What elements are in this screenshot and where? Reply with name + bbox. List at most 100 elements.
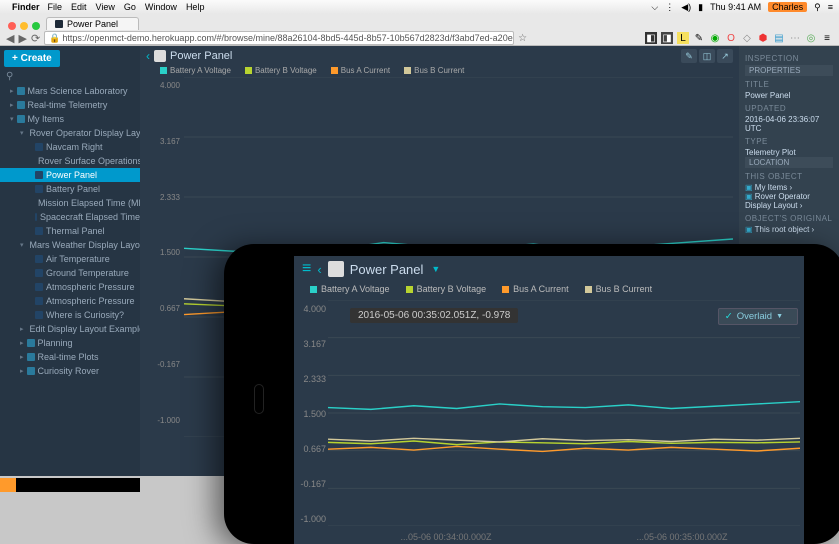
ext-icon[interactable]: ◧ [645,32,657,44]
sidebar-item[interactable]: Mission Elapsed Time (MET) [0,196,140,210]
back-chevron-icon[interactable]: ‹ [317,262,321,277]
user-menu[interactable]: Charles [768,2,807,12]
sidebar-item[interactable]: Atmospheric Pressure [0,294,140,308]
back-chevron-icon[interactable]: ‹ [146,49,150,63]
ext-icon[interactable]: ⋯ [789,32,801,44]
sidebar-item[interactable]: Rover Surface Operations [0,154,140,168]
properties-section[interactable]: PROPERTIES [745,65,833,76]
layout-button[interactable]: ◫ [699,49,715,63]
legend-item[interactable]: Bus A Current [331,66,390,75]
phone-speaker [254,384,264,414]
ext-icon[interactable]: O [725,32,737,44]
minimize-icon[interactable] [20,22,28,30]
sidebar-item[interactable]: ▸Mars Science Laboratory [0,84,140,98]
sidebar-item[interactable]: Air Temperature [0,252,140,266]
mobile-x-labels: ...05-06 00:34:00.000Z ...05-06 00:35:00… [328,532,800,542]
sidebar-item[interactable]: ▸Planning [0,336,140,350]
sidebar-item[interactable]: ▾My Items [0,112,140,126]
clock[interactable]: Thu 9:41 AM [710,2,761,12]
original-label: OBJECT'S ORIGINAL [745,214,833,223]
edit-button[interactable]: ✎ [681,49,697,63]
sidebar-item[interactable]: ▸Real-time Telemetry [0,98,140,112]
plot-icon [154,50,166,62]
menu-window[interactable]: Window [145,2,177,12]
forward-button[interactable]: ▶ [18,32,26,45]
ext-icon[interactable]: ⬢ [757,32,769,44]
bookmark-icon[interactable]: ☆ [518,33,527,44]
notification-icon[interactable]: ≡ [828,2,833,12]
menu-file[interactable]: File [48,2,63,12]
title-label: TITLE [745,80,833,89]
bluetooth-icon[interactable]: ⌵ [651,2,658,13]
mac-menu-bar: Finder File Edit View Go Window Help ⌵ ⋮… [0,0,839,14]
hamburger-icon[interactable]: ≡ [302,260,311,278]
window-controls[interactable] [6,18,46,30]
chrome-menu-icon[interactable]: ≡ [821,32,833,44]
sidebar-item[interactable]: Power Panel [0,168,140,182]
menu-go[interactable]: Go [124,2,136,12]
ext-icon[interactable]: ◉ [709,32,721,44]
sidebar-item[interactable]: ▸Edit Display Layout Example [0,322,140,336]
search-icon[interactable]: ⚲ [6,71,13,82]
sidebar-item[interactable]: Ground Temperature [0,266,140,280]
ext-icon[interactable]: L [677,32,689,44]
ext-icon[interactable]: ◨ [661,32,673,44]
legend-item[interactable]: Battery A Voltage [160,66,231,75]
browser-tab[interactable]: Power Panel [46,17,139,30]
reload-button[interactable]: ⟳ [31,32,40,45]
plot-icon [328,261,344,277]
legend-item[interactable]: Battery A Voltage [310,284,390,294]
legend-item[interactable]: Bus B Current [404,66,464,75]
sidebar-item[interactable]: ▸Curiosity Rover [0,364,140,378]
zoom-icon[interactable] [32,22,40,30]
mobile-screen: ≡ ‹ Power Panel ▼ Battery A VoltageBatte… [294,256,804,544]
location-link[interactable]: ▣ Rover Operator Display Layout › [745,192,833,210]
legend-item[interactable]: Bus B Current [585,284,653,294]
ext-icon[interactable]: ◎ [805,32,817,44]
spotlight-icon[interactable]: ⚲ [814,2,821,13]
legend-item[interactable]: Battery B Voltage [245,66,317,75]
new-window-button[interactable]: ↗ [717,49,733,63]
browser-chrome: Power Panel ◀ ▶ ⟳ 🔒 https://openmct-demo… [0,14,839,46]
menu-view[interactable]: View [96,2,115,12]
inspector-header: INSPECTION [745,54,833,63]
battery-icon[interactable]: ▮ [698,2,703,13]
legend-item[interactable]: Battery B Voltage [406,284,487,294]
menu-help[interactable]: Help [186,2,205,12]
ext-icon[interactable]: ▤ [773,32,785,44]
mobile-plot[interactable]: 4.0003.1672.3331.5000.667-0.167-1.000 ..… [294,300,804,544]
close-icon[interactable] [8,22,16,30]
y-axis-labels: 4.0003.1672.3331.5000.667-0.167-1.000 [146,77,180,437]
mobile-device: ≡ ‹ Power Panel ▼ Battery A VoltageBatte… [224,244,839,544]
sidebar-item[interactable]: Atmospheric Pressure [0,280,140,294]
legend-item[interactable]: Bus A Current [502,284,569,294]
sidebar-item[interactable]: Spacecraft Elapsed Time [0,210,140,224]
menu-app-name[interactable]: Finder [12,2,40,12]
this-object-label: THIS OBJECT [745,172,833,181]
location-section[interactable]: LOCATION [745,157,833,168]
sidebar-item[interactable]: Where is Curiosity? [0,308,140,322]
ext-icon[interactable]: ◇ [741,32,753,44]
sidebar-item[interactable]: Thermal Panel [0,224,140,238]
wifi-icon[interactable]: ⋮ [665,2,674,13]
extension-icons: ◧ ◨ L ✎ ◉ O ◇ ⬢ ▤ ⋯ ◎ ≡ [645,32,833,44]
sidebar-item[interactable]: Battery Panel [0,182,140,196]
back-button[interactable]: ◀ [6,32,14,45]
url-text: https://openmct-demo.herokuapp.com/#/bro… [62,33,514,43]
lock-icon: 🔒 [49,33,60,44]
chevron-down-icon[interactable]: ▼ [431,264,440,274]
ext-icon[interactable]: ✎ [693,32,705,44]
sidebar-item[interactable]: ▾Mars Weather Display Layout [0,238,140,252]
location-link[interactable]: ▣ My Items › [745,183,833,192]
volume-icon[interactable]: ◀) [681,2,691,13]
sidebar-item[interactable]: ▸Real-time Plots [0,350,140,364]
tab-title: Power Panel [67,19,118,29]
breadcrumb: ‹ Power Panel ✎ ◫ ↗ [140,46,739,66]
url-input[interactable]: 🔒 https://openmct-demo.herokuapp.com/#/b… [44,31,514,45]
x-tick: ...05-06 00:35:00.000Z [636,532,727,542]
menu-edit[interactable]: Edit [71,2,87,12]
create-button[interactable]: + Create [4,50,60,67]
location-link[interactable]: ▣ This root object › [745,225,833,234]
sidebar-item[interactable]: ▾Rover Operator Display Layout [0,126,140,140]
sidebar-item[interactable]: Navcam Right [0,140,140,154]
